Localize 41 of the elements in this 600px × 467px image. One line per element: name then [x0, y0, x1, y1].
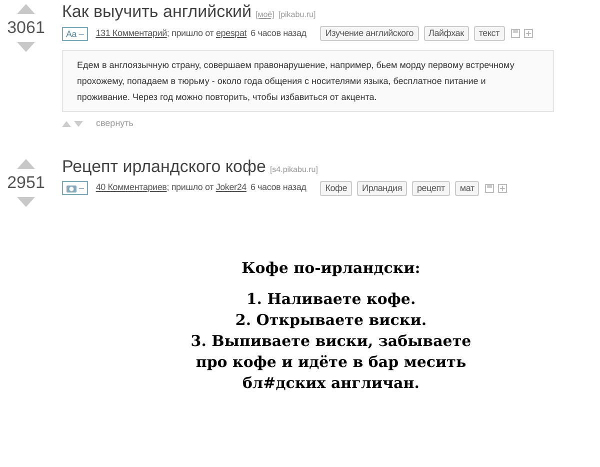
image-text: 1. Наливаете кофе.: [246, 288, 416, 310]
tag[interactable]: рецепт: [412, 180, 450, 196]
score: 3061: [7, 17, 45, 39]
domain: [s4.pikabu.ru]: [270, 164, 318, 176]
comments-link[interactable]: 40 Комментариев: [96, 181, 167, 195]
author-link[interactable]: epespat: [216, 26, 247, 40]
tag[interactable]: Ирландия: [357, 180, 407, 196]
image-text: 3. Выпиваете виски, забываете: [190, 330, 472, 352]
tag[interactable]: Лайфхак: [424, 26, 469, 41]
post-type-badge[interactable]: –: [62, 181, 88, 195]
source-text: ; пришло от: [166, 181, 214, 194]
tag[interactable]: Изучение английского: [320, 26, 419, 41]
tag[interactable]: мат: [454, 180, 480, 196]
camera-icon: [66, 184, 77, 192]
upvote-icon[interactable]: [17, 4, 35, 14]
image-text: бл#дских англичан.: [242, 372, 420, 394]
image-text: Кофе по-ирландски:: [242, 258, 420, 278]
score: 2951: [7, 172, 45, 194]
upvote-icon[interactable]: [62, 120, 71, 127]
tag[interactable]: текст: [474, 26, 505, 41]
post-title[interactable]: Как выучить английский: [62, 0, 252, 24]
expand-icon[interactable]: [498, 184, 508, 192]
post-body: Едем в англоязычную страну, совершаем правонарушение, например, бьем морду первому встречному прохожему, попадаем в тюрьму - около года общения с носителями языка, бесплатное питание и проживание. Через год можно повторить, чтобы избавиться от акцента.: [62, 50, 554, 112]
save-icon[interactable]: [485, 184, 494, 192]
expand-icon[interactable]: [524, 29, 533, 38]
downvote-icon[interactable]: [17, 196, 35, 206]
author-link[interactable]: Joker24: [216, 181, 246, 195]
image-text: 2. Открываете виски.: [235, 310, 427, 330]
downvote-icon[interactable]: [17, 42, 35, 52]
source-text: ; пришло от: [166, 26, 215, 40]
domain: [pikabu.ru]: [278, 9, 316, 21]
image-text: про кофе и идёте в бар месить: [196, 352, 466, 372]
post-time: 6 часов назад: [250, 26, 306, 40]
upvote-icon[interactable]: [17, 158, 35, 168]
comments-link[interactable]: 131 Комментарий: [96, 26, 167, 40]
post-title[interactable]: Рецепт ирландского кофе: [62, 154, 266, 178]
post-time: 6 часов назад: [250, 181, 306, 194]
save-icon[interactable]: [510, 29, 520, 38]
tag[interactable]: Кофе: [320, 180, 352, 196]
post-type-badge[interactable]: Aa –: [62, 26, 88, 40]
downvote-icon[interactable]: [74, 120, 83, 127]
